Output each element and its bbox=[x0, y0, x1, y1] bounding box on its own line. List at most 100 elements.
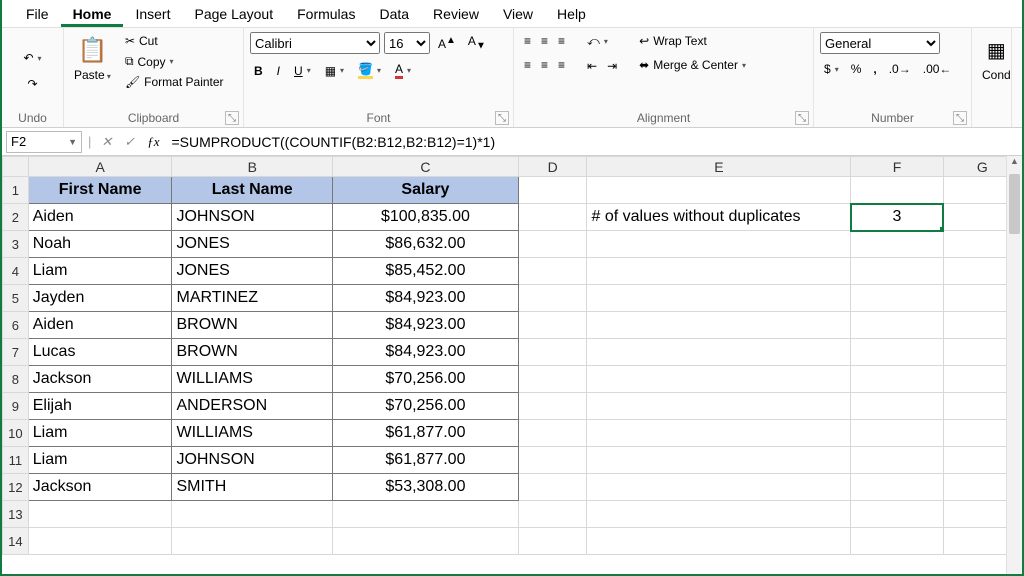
cell-F8[interactable] bbox=[851, 366, 943, 393]
cell-A3[interactable]: Noah bbox=[28, 231, 172, 258]
cell-A11[interactable]: Liam bbox=[28, 447, 172, 474]
cell-C9[interactable]: $70,256.00 bbox=[333, 393, 519, 420]
cell-A5[interactable]: Jayden bbox=[28, 285, 172, 312]
cell-C7[interactable]: $84,923.00 bbox=[333, 339, 519, 366]
cell-F13[interactable] bbox=[851, 501, 943, 528]
name-box[interactable]: F2 ▼ bbox=[6, 131, 82, 153]
cell-D12[interactable] bbox=[518, 474, 587, 501]
align-center-button[interactable]: ≡ bbox=[537, 56, 552, 74]
cell-E7[interactable] bbox=[587, 339, 851, 366]
menu-insert[interactable]: Insert bbox=[123, 2, 182, 27]
cell-C2[interactable]: $100,835.00 bbox=[333, 204, 519, 231]
cell-A9[interactable]: Elijah bbox=[28, 393, 172, 420]
undo-button[interactable]: ↶ bbox=[19, 49, 45, 67]
align-middle-button[interactable]: ≡ bbox=[537, 32, 552, 50]
decrease-font-button[interactable]: A▼ bbox=[464, 32, 490, 53]
redo-button[interactable]: ↷ bbox=[23, 75, 41, 93]
paste-button[interactable]: 📋 Paste bbox=[70, 32, 115, 84]
font-size-select[interactable]: 16 bbox=[384, 32, 430, 54]
cell-C8[interactable]: $70,256.00 bbox=[333, 366, 519, 393]
cell-E3[interactable] bbox=[587, 231, 851, 258]
row-header-13[interactable]: 13 bbox=[3, 501, 29, 528]
cell-C4[interactable]: $85,452.00 bbox=[333, 258, 519, 285]
cell-F4[interactable] bbox=[851, 258, 943, 285]
enter-formula-button[interactable]: ✓ bbox=[118, 134, 141, 150]
underline-button[interactable]: U bbox=[290, 62, 315, 80]
cell-D8[interactable] bbox=[518, 366, 587, 393]
cell-A8[interactable]: Jackson bbox=[28, 366, 172, 393]
fill-color-button[interactable]: 🪣 bbox=[354, 60, 385, 81]
increase-indent-button[interactable]: ⇥ bbox=[603, 57, 621, 75]
cell-D3[interactable] bbox=[518, 231, 587, 258]
cell-E5[interactable] bbox=[587, 285, 851, 312]
merge-center-button[interactable]: ⬌Merge & Center bbox=[635, 56, 750, 74]
cell-E6[interactable] bbox=[587, 312, 851, 339]
menu-page-layout[interactable]: Page Layout bbox=[182, 2, 285, 27]
cell-E14[interactable] bbox=[587, 528, 851, 555]
column-header-C[interactable]: C bbox=[333, 157, 519, 177]
cell-F14[interactable] bbox=[851, 528, 943, 555]
cell-C5[interactable]: $84,923.00 bbox=[333, 285, 519, 312]
cell-D11[interactable] bbox=[518, 447, 587, 474]
formula-input[interactable] bbox=[165, 134, 1022, 150]
decrease-indent-button[interactable]: ⇤ bbox=[583, 57, 601, 75]
cell-C13[interactable] bbox=[333, 501, 519, 528]
menu-data[interactable]: Data bbox=[367, 2, 421, 27]
cell-C10[interactable]: $61,877.00 bbox=[333, 420, 519, 447]
cell-B8[interactable]: WILLIAMS bbox=[172, 366, 333, 393]
cell-E2[interactable]: # of values without duplicates bbox=[587, 204, 851, 231]
column-header-D[interactable]: D bbox=[518, 157, 587, 177]
font-launcher[interactable]: ⤡ bbox=[495, 111, 509, 125]
cell-A13[interactable] bbox=[28, 501, 172, 528]
conditional-formatting-button[interactable]: ▦ Cond bbox=[978, 32, 1015, 84]
row-header-7[interactable]: 7 bbox=[3, 339, 29, 366]
column-header-A[interactable]: A bbox=[28, 157, 172, 177]
column-header-F[interactable]: F bbox=[851, 157, 943, 177]
wrap-text-button[interactable]: ↩Wrap Text bbox=[635, 32, 750, 50]
column-header-E[interactable]: E bbox=[587, 157, 851, 177]
scroll-thumb[interactable] bbox=[1009, 174, 1020, 234]
row-header-11[interactable]: 11 bbox=[3, 447, 29, 474]
cell-D14[interactable] bbox=[518, 528, 587, 555]
cell-F11[interactable] bbox=[851, 447, 943, 474]
copy-button[interactable]: ⧉Copy bbox=[121, 52, 228, 71]
cell-F10[interactable] bbox=[851, 420, 943, 447]
column-header-B[interactable]: B bbox=[172, 157, 333, 177]
cell-D9[interactable] bbox=[518, 393, 587, 420]
cell-F6[interactable] bbox=[851, 312, 943, 339]
row-header-9[interactable]: 9 bbox=[3, 393, 29, 420]
cell-D5[interactable] bbox=[518, 285, 587, 312]
cell-C14[interactable] bbox=[333, 528, 519, 555]
decrease-decimal-button[interactable]: .00← bbox=[919, 60, 956, 78]
row-header-14[interactable]: 14 bbox=[3, 528, 29, 555]
cell-B5[interactable]: MARTINEZ bbox=[172, 285, 333, 312]
cell-F12[interactable] bbox=[851, 474, 943, 501]
cell-E1[interactable] bbox=[587, 177, 851, 204]
spreadsheet-grid[interactable]: ABCDEFG1First NameLast NameSalary2AidenJ… bbox=[2, 156, 1022, 574]
cell-C11[interactable]: $61,877.00 bbox=[333, 447, 519, 474]
row-header-5[interactable]: 5 bbox=[3, 285, 29, 312]
clipboard-launcher[interactable]: ⤡ bbox=[225, 111, 239, 125]
currency-button[interactable]: $ bbox=[820, 60, 843, 78]
row-header-1[interactable]: 1 bbox=[3, 177, 29, 204]
cell-A7[interactable]: Lucas bbox=[28, 339, 172, 366]
cell-E9[interactable] bbox=[587, 393, 851, 420]
cell-D6[interactable] bbox=[518, 312, 587, 339]
cell-C12[interactable]: $53,308.00 bbox=[333, 474, 519, 501]
row-header-8[interactable]: 8 bbox=[3, 366, 29, 393]
cell-B13[interactable] bbox=[172, 501, 333, 528]
font-name-select[interactable]: Calibri bbox=[250, 32, 380, 54]
font-color-button[interactable]: A bbox=[391, 60, 415, 81]
cell-D4[interactable] bbox=[518, 258, 587, 285]
menu-view[interactable]: View bbox=[491, 2, 545, 27]
cell-B9[interactable]: ANDERSON bbox=[172, 393, 333, 420]
cell-E11[interactable] bbox=[587, 447, 851, 474]
align-bottom-button[interactable]: ≡ bbox=[554, 32, 569, 50]
cell-B4[interactable]: JONES bbox=[172, 258, 333, 285]
cell-E13[interactable] bbox=[587, 501, 851, 528]
number-launcher[interactable]: ⤡ bbox=[953, 111, 967, 125]
increase-decimal-button[interactable]: .0→ bbox=[885, 60, 915, 78]
cell-A14[interactable] bbox=[28, 528, 172, 555]
cell-A12[interactable]: Jackson bbox=[28, 474, 172, 501]
row-header-3[interactable]: 3 bbox=[3, 231, 29, 258]
